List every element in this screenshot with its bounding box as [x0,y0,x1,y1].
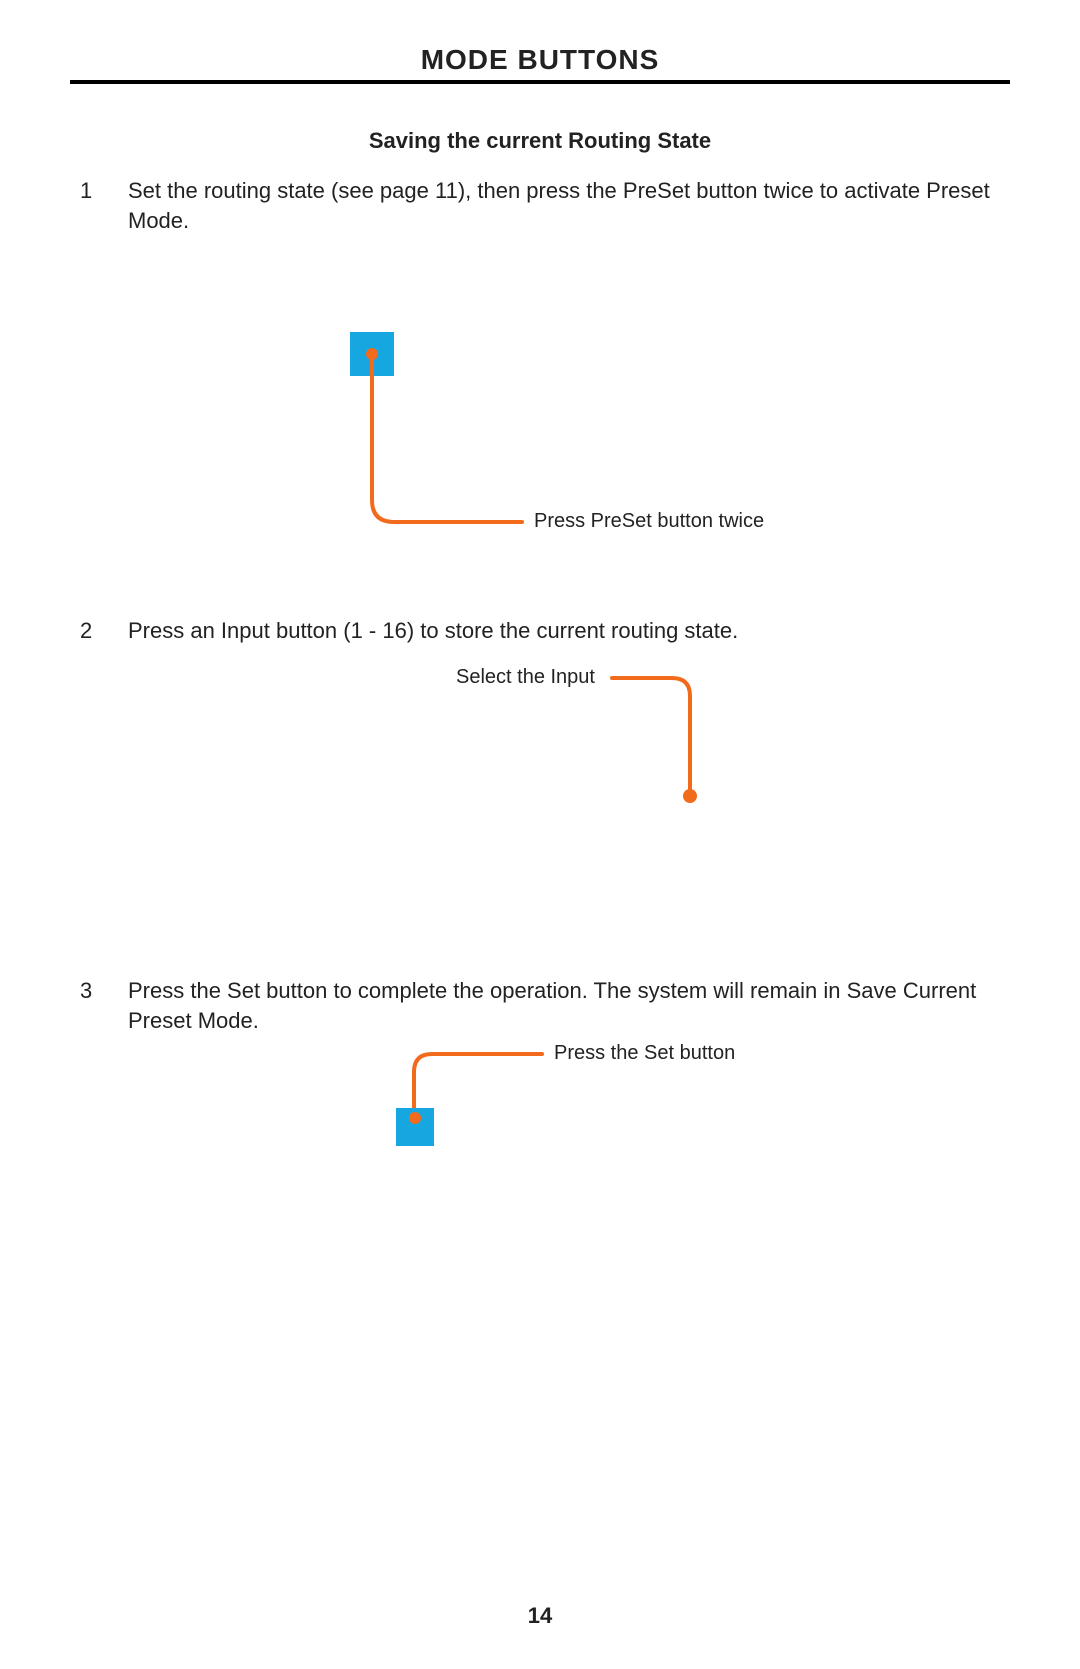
connector-line-3 [414,1054,542,1112]
page-number: 14 [0,1603,1080,1629]
diagram-3 [0,0,1080,1669]
connector-dot-3-icon [409,1112,421,1124]
document-page: MODE BUTTONS Saving the current Routing … [0,0,1080,1669]
